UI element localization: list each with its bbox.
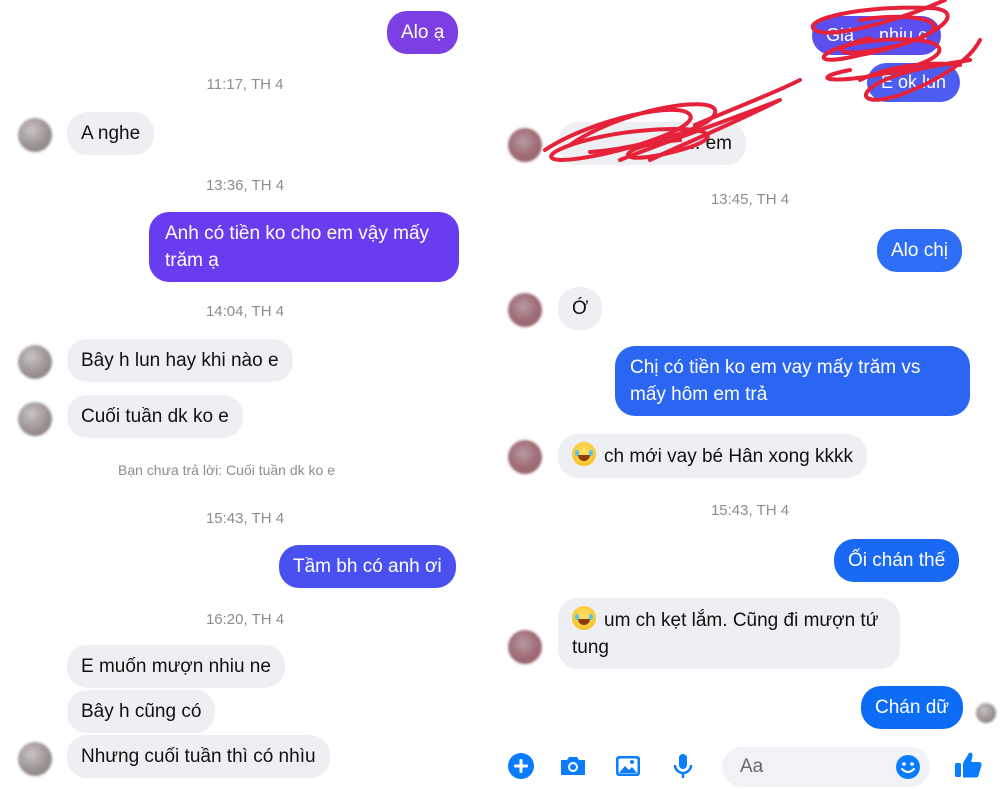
laughing-emoji-icon: [572, 606, 596, 630]
message-bubble-outgoing[interactable]: E ok lun: [867, 63, 961, 102]
message-bubble-outgoing[interactable]: Anh có tiền ko cho em vậy mấy trăm ạ: [149, 212, 459, 282]
avatar[interactable]: [508, 293, 542, 327]
timestamp: 15:43, TH 4: [710, 502, 790, 519]
message-input-placeholder: Aa: [740, 756, 764, 777]
timestamp: 16:20, TH 4: [205, 611, 285, 628]
timestamp: 13:45, TH 4: [710, 191, 790, 208]
avatar[interactable]: [18, 118, 52, 152]
message-composer: Aa: [500, 735, 1000, 789]
panel-divider: [490, 0, 500, 789]
message-bubble-outgoing[interactable]: Tầm bh có anh ơi: [279, 545, 456, 588]
message-bubble-incoming[interactable]: A nghe: [67, 112, 155, 155]
message-bubble-incoming[interactable]: Bây h cũng có: [67, 690, 216, 733]
smile-icon[interactable]: [894, 753, 922, 781]
message-bubble-outgoing[interactable]: Chị có tiền ko em vay mấy trăm vs mấy hô…: [615, 346, 970, 416]
message-bubble-incoming[interactable]: ... em: [558, 122, 746, 165]
message-bubble-incoming[interactable]: Cuối tuần dk ko e: [67, 395, 243, 438]
message-bubble-incoming[interactable]: Nhưng cuối tuần thì có nhìu: [67, 735, 330, 778]
microphone-icon[interactable]: [668, 751, 698, 781]
timestamp: 13:36, TH 4: [205, 177, 285, 194]
avatar[interactable]: [18, 345, 52, 379]
avatar[interactable]: [18, 402, 52, 436]
message-text: ch mới vay bé Hân xong kkkk: [604, 446, 854, 467]
message-bubble-outgoing[interactable]: Alo ạ: [387, 11, 459, 54]
laughing-emoji-icon: [572, 442, 596, 466]
camera-icon[interactable]: [558, 751, 588, 781]
avatar[interactable]: [508, 128, 542, 162]
avatar[interactable]: [18, 742, 52, 776]
message-bubble-incoming[interactable]: um ch kẹt lắm. Cũng đi mượn tứ tung: [558, 598, 900, 669]
plus-icon[interactable]: [506, 751, 536, 781]
left-chat-panel: Alo ạ 11:17, TH 4 A nghe 13:36, TH 4 Anh…: [0, 0, 490, 789]
thumbs-up-icon[interactable]: [952, 749, 984, 781]
avatar[interactable]: [508, 440, 542, 474]
message-bubble-outgoing[interactable]: Alo chị: [877, 229, 963, 272]
avatar[interactable]: [508, 630, 542, 664]
message-bubble-incoming[interactable]: Bây h lun hay khi nào e: [67, 339, 293, 382]
timestamp: 15:43, TH 4: [205, 510, 285, 527]
unanswered-note: Bạn chưa trả lời: Cuối tuần dk ko e: [118, 462, 335, 478]
message-bubble-incoming[interactable]: ch mới vay bé Hân xong kkkk: [558, 434, 868, 478]
message-bubble-outgoing[interactable]: Chán dữ: [861, 686, 963, 729]
seen-avatar: [976, 703, 996, 723]
right-chat-panel: Giá ... nhiu c E ok lun ... em 13:45, TH…: [500, 0, 1000, 789]
timestamp: 14:04, TH 4: [205, 303, 285, 320]
timestamp: 11:17, TH 4: [206, 76, 284, 93]
message-input[interactable]: Aa: [722, 747, 930, 787]
message-bubble-outgoing[interactable]: Ối chán thế: [834, 539, 960, 582]
message-bubble-incoming[interactable]: Ớ: [558, 287, 603, 330]
message-bubble-outgoing[interactable]: Giá ... nhiu c: [812, 16, 942, 55]
image-icon[interactable]: [613, 751, 643, 781]
message-bubble-incoming[interactable]: E muốn mượn nhiu ne: [67, 645, 285, 688]
message-text: um ch kẹt lắm. Cũng đi mượn tứ tung: [572, 610, 879, 658]
